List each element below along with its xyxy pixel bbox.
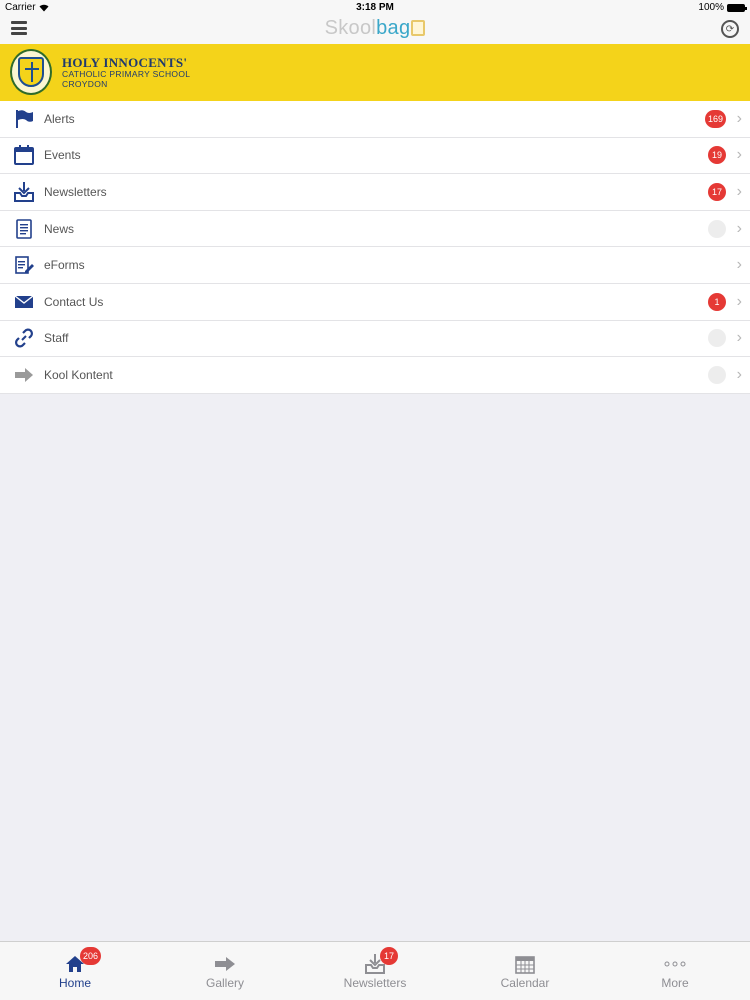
battery-icon — [727, 3, 747, 12]
sync-button[interactable]: ⟳ — [721, 20, 739, 38]
status-bar: Carrier 3:18 PM 100% — [0, 0, 750, 16]
crest-cross-icon — [18, 57, 44, 87]
menu-item-label: Staff — [44, 331, 69, 346]
menu-item-label: News — [44, 221, 75, 236]
chevron-right-icon: › — [736, 182, 742, 200]
menu-item-events[interactable]: Events 19 › — [0, 137, 750, 175]
chevron-right-icon: › — [736, 109, 742, 127]
tab-label: More — [661, 976, 689, 990]
logo-text-skool: Skool — [324, 17, 377, 39]
menu-item-label: Contact Us — [44, 294, 104, 309]
school-location: CROYDON — [62, 79, 108, 89]
notification-badge: 1 — [708, 292, 726, 311]
tab-badge: 206 — [80, 947, 102, 965]
menu-item-news[interactable]: News › — [0, 210, 750, 248]
app-logo: Skoolbag — [0, 17, 750, 40]
menu-item-kool-kontent[interactable]: Kool Kontent › — [0, 357, 750, 394]
tab-badge: 17 — [380, 947, 398, 965]
status-time: 3:18 PM — [356, 2, 394, 13]
school-banner: HOLY INNOCENTS' CATHOLIC PRIMARY SCHOOL … — [0, 44, 750, 101]
tab-newsletters[interactable]: 17 Newsletters — [300, 942, 450, 1000]
menu-item-staff[interactable]: Staff › — [0, 320, 750, 358]
envelope-icon — [13, 291, 35, 313]
chevron-right-icon: › — [736, 146, 742, 164]
notification-badge — [708, 329, 726, 348]
menu-item-label: Newsletters — [44, 184, 107, 199]
tab-calendar[interactable]: Calendar — [450, 942, 600, 1000]
menu-item-label: Kool Kontent — [44, 367, 113, 382]
tab-label: Newsletters — [343, 976, 407, 990]
menu-item-alerts[interactable]: Alerts 169 › — [0, 101, 750, 138]
school-crest-logo — [10, 49, 52, 95]
main-menu-list: Alerts 169 › Events 19 › Newsletters 17 … — [0, 101, 750, 394]
menu-item-newsletters[interactable]: Newsletters 17 › — [0, 174, 750, 211]
link-icon — [13, 327, 35, 349]
school-title: HOLY INNOCENTS' CATHOLIC PRIMARY SCHOOL … — [62, 56, 190, 89]
chevron-right-icon: › — [736, 329, 742, 347]
book-icon — [411, 20, 426, 36]
tab-more[interactable]: More — [600, 942, 750, 1000]
tab-gallery[interactable]: Gallery — [150, 942, 300, 1000]
notification-badge: 19 — [708, 146, 726, 165]
chevron-right-icon: › — [736, 365, 742, 383]
nav-bar: Skoolbag ⟳ — [0, 16, 750, 44]
menu-item-label: eForms — [44, 258, 85, 273]
chevron-right-icon: › — [736, 219, 742, 237]
chevron-right-icon: › — [736, 256, 742, 274]
school-name: HOLY INNOCENTS' — [62, 55, 188, 70]
inbox-download-icon — [13, 181, 35, 203]
more-dots-icon — [664, 954, 686, 974]
chevron-right-icon: › — [736, 292, 742, 310]
notification-badge: 169 — [704, 109, 726, 128]
logo-text-bag: bag — [376, 17, 411, 39]
menu-item-label: Alerts — [44, 111, 75, 126]
notification-badge: 17 — [708, 182, 726, 201]
arrow-right-icon — [214, 954, 236, 974]
form-edit-icon — [13, 254, 35, 276]
menu-item-label: Events — [44, 148, 81, 163]
tab-label: Calendar — [500, 976, 550, 990]
document-icon — [13, 218, 35, 240]
menu-item-contact-us[interactable]: Contact Us 1 › — [0, 283, 750, 321]
calendar-icon — [514, 954, 536, 974]
notification-badge — [708, 365, 726, 384]
tab-home[interactable]: 206 Home — [0, 942, 150, 1000]
tab-label: Home — [58, 976, 91, 990]
battery-percent: 100% — [698, 2, 724, 13]
arrow-right-icon — [13, 364, 35, 386]
calendar-icon — [13, 144, 35, 166]
menu-item-eforms[interactable]: eForms › — [0, 247, 750, 284]
tab-label: Gallery — [205, 976, 244, 990]
school-subtitle: CATHOLIC PRIMARY SCHOOL — [62, 69, 191, 79]
sync-icon: ⟳ — [725, 23, 735, 35]
bottom-tab-bar: 206 Home Gallery 17 Newsletters Calendar… — [0, 941, 750, 1000]
notification-badge — [708, 219, 726, 238]
battery-indicator: 100% — [698, 2, 747, 13]
flag-icon — [13, 108, 35, 130]
